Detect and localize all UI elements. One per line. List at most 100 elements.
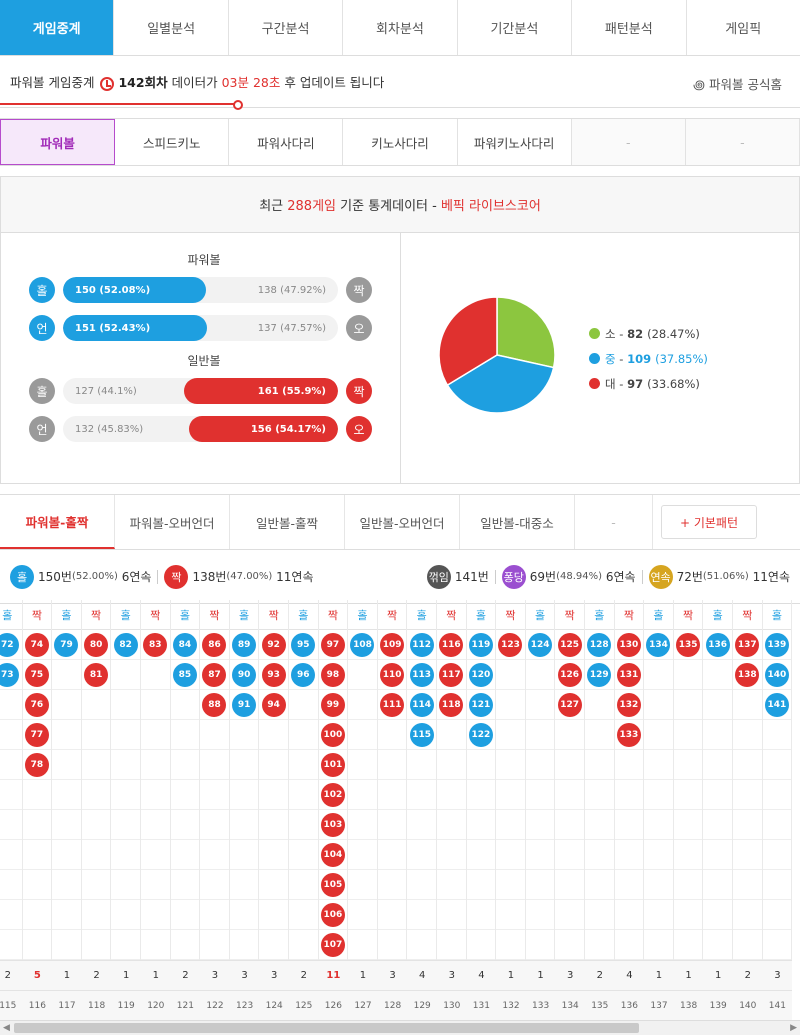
tab-round-analysis[interactable]: 회차분석 — [343, 0, 458, 55]
tab-normal-over-under[interactable]: 일반볼-오버언더 — [345, 495, 460, 549]
round-id: 137 — [644, 990, 674, 1020]
result-ball: 87 — [202, 662, 227, 687]
ratio-bar: 132 (45.83%) 156 (54.17%) — [63, 416, 338, 442]
tab-normal-odd-even[interactable]: 일반볼-홀짝 — [230, 495, 345, 549]
grid-cell — [614, 810, 644, 840]
scroll-left-icon[interactable]: ◀ — [3, 1021, 10, 1035]
scroll-right-icon[interactable]: ▶ — [790, 1021, 797, 1035]
tab-section-analysis[interactable]: 구간분석 — [228, 0, 344, 55]
tab-speed-keno[interactable]: 스피드키노 — [115, 119, 230, 165]
grid-cell — [407, 810, 436, 840]
even-streak: 11연속 — [276, 570, 314, 584]
grid-cell — [52, 660, 81, 690]
grid-cell — [348, 930, 377, 960]
column-header: 짝 — [496, 600, 525, 630]
result-ball: 117 — [439, 662, 464, 687]
grid-cell — [673, 870, 703, 900]
grid-cell: 129 — [585, 660, 614, 690]
grid-cell: 108 — [348, 630, 377, 660]
grid-cell: 81 — [81, 660, 111, 690]
grid-cell — [22, 840, 52, 870]
countdown-timer: 03분 28초 — [221, 75, 281, 90]
round-id: 134 — [555, 990, 585, 1020]
grid-cell: 112 — [407, 630, 436, 660]
grid-cell — [703, 930, 732, 960]
grid-cell: 104 — [318, 840, 348, 870]
grid-cell — [614, 930, 644, 960]
result-ball: 132 — [616, 692, 641, 717]
result-ball: 118 — [439, 692, 464, 717]
grid-cell — [585, 810, 614, 840]
result-ball: 77 — [24, 722, 49, 747]
grid-cell: 73 — [0, 660, 22, 690]
grid-cell — [289, 750, 318, 780]
grid-cell — [170, 720, 200, 750]
grid-cell — [22, 780, 52, 810]
size-distribution: 소 - 82 (28.47%) 중 - 109 (37.85%) 대 - 97 (33.6… — [401, 233, 799, 483]
info-prefix: 파워볼 게임중계 — [10, 75, 95, 90]
stats-header: 최근 288게임 기준 통계데이터 - 베픽 라이브스코어 — [1, 177, 799, 233]
tab-pattern-analysis[interactable]: 패턴분석 — [572, 0, 687, 55]
round-column: 홀 84 85 — [170, 600, 201, 1020]
tab-powerball-odd-even[interactable]: 파워볼-홀짝 — [0, 495, 115, 549]
tab-keno-ladder[interactable]: 키노사다리 — [343, 119, 458, 165]
grid-cell — [348, 660, 377, 690]
grid-cell — [703, 780, 732, 810]
horizontal-scrollbar[interactable]: ◀ ▶ — [0, 1020, 800, 1035]
round-id: 141 — [762, 990, 793, 1020]
grid-cell: 84 — [170, 630, 200, 660]
official-site-link[interactable]: ꩜ 파워볼 공식홈 — [693, 74, 782, 94]
info-suffix: 후 업데이트 됩니다 — [284, 75, 385, 90]
grid-cell — [141, 720, 170, 750]
grid-cell: 86 — [200, 630, 229, 660]
grid-cell — [141, 660, 170, 690]
tab-normal-size[interactable]: 일반볼-대중소 — [460, 495, 575, 549]
grid-cell — [348, 780, 377, 810]
round-id: 121 — [170, 990, 201, 1020]
result-ball: 104 — [320, 842, 345, 867]
grid-cell: 132 — [614, 690, 644, 720]
tab-game-live[interactable]: 게임중계 — [0, 0, 115, 55]
grid-cell: 110 — [377, 660, 407, 690]
result-ball: 135 — [676, 632, 701, 657]
grid-cell — [229, 840, 259, 870]
tab-power-keno-ladder[interactable]: 파워키노사다리 — [458, 119, 572, 165]
left-result-circle: 홀 — [29, 277, 55, 303]
tab-powerball[interactable]: 파워볼 — [0, 119, 116, 165]
grid-cell — [496, 690, 525, 720]
tab-power-ladder[interactable]: 파워사다리 — [229, 119, 344, 165]
grid-cell — [496, 780, 525, 810]
run-badge: 연속 — [648, 564, 673, 589]
tab-powerball-over-under[interactable]: 파워볼-오버언더 — [115, 495, 230, 549]
grid-cell: 123 — [496, 630, 525, 660]
result-ball: 129 — [587, 662, 612, 687]
result-ball: 100 — [320, 722, 345, 747]
grid-cell — [525, 870, 555, 900]
result-ball: 110 — [380, 662, 405, 687]
grid-cell — [614, 780, 644, 810]
grid-cell — [733, 780, 762, 810]
tab-game-pick[interactable]: 게임픽 — [686, 0, 800, 55]
grid-cell — [555, 900, 584, 930]
result-ball: 120 — [468, 662, 493, 687]
grid-cell — [644, 690, 673, 720]
grid-cell — [0, 750, 22, 780]
round-number: 142회차 — [118, 75, 168, 90]
grid-cell — [762, 750, 792, 780]
tab-daily-analysis[interactable]: 일별분석 — [114, 0, 229, 55]
grid-cell: 124 — [525, 630, 555, 660]
run-count: 72번 — [676, 570, 703, 584]
round-id: 126 — [318, 990, 349, 1020]
grid-cell — [200, 750, 229, 780]
legend-pct: (37.85%) — [655, 351, 708, 366]
scroll-thumb[interactable] — [14, 1023, 639, 1033]
round-column: 홀 108 — [348, 600, 378, 1020]
basic-pattern-button[interactable]: + 기본패턴 — [661, 505, 757, 539]
tab-period-analysis[interactable]: 기간분석 — [457, 0, 573, 55]
result-ball: 99 — [320, 692, 345, 717]
result-ball: 76 — [24, 692, 49, 717]
grid-cell — [348, 870, 377, 900]
grid-cell — [407, 840, 436, 870]
result-ball: 73 — [0, 662, 20, 687]
ratio-bar: 137 (47.57%) 151 (52.43%) — [63, 315, 338, 341]
